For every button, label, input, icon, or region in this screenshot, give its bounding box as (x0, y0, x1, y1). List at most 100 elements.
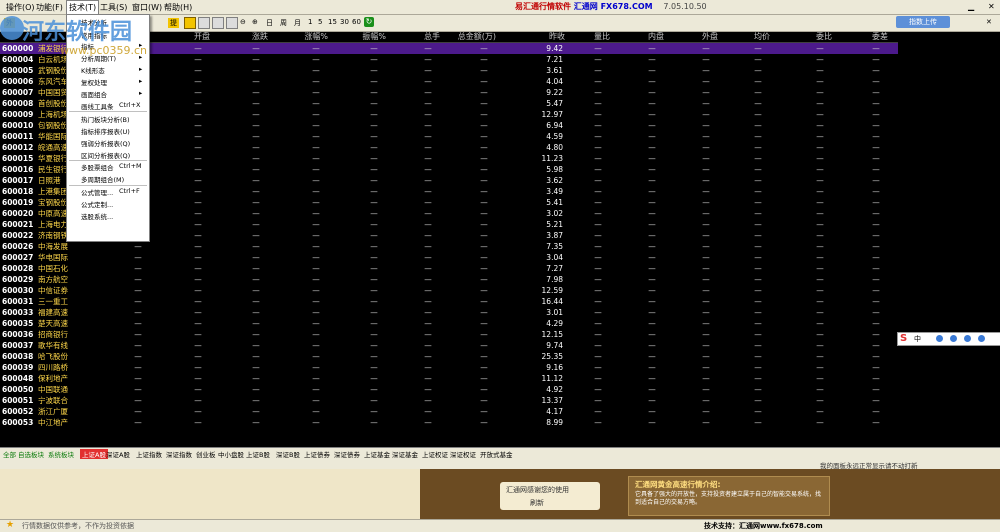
technical-menu-item[interactable]: 热门板块分析(B) (81, 114, 130, 124)
technical-menu-item[interactable]: 画面组合 ▸ (81, 89, 142, 99)
menu-operate[interactable]: 操作(O) (6, 2, 35, 13)
technical-menu-item[interactable]: 指标排序报表(U) (81, 126, 130, 136)
empty-cell: — (816, 110, 824, 119)
table-row[interactable]: 600033 福建高速 — — — — — — — — — — — — — 3.01 (0, 307, 898, 318)
empty-cell: — (816, 253, 824, 262)
technical-menu-item[interactable]: 公式定制... (81, 199, 113, 209)
column-header[interactable]: 委比 (792, 32, 832, 42)
empty-cell: — (424, 319, 432, 328)
zoom-out-icon[interactable]: ⊖ (240, 18, 246, 26)
board-tab[interactable]: 上证A股 (80, 449, 108, 459)
menu-function[interactable]: 功能(F) (36, 2, 63, 13)
minimize-icon[interactable]: ▁ (968, 2, 974, 11)
table-row[interactable]: 600048 保利地产 — — — — — — — — — — — — — 11.12 (0, 373, 898, 384)
ime-tool-icon[interactable] (936, 335, 943, 342)
cloud-upload-button[interactable]: 指数上传 (896, 16, 950, 28)
technical-menu-item[interactable]: 强弱分析报表(Q) (81, 138, 130, 148)
board-tab[interactable]: 开放式基金 (480, 449, 513, 459)
board-tab[interactable]: 中小盘股 (218, 449, 244, 459)
period-week[interactable]: 周 (280, 18, 287, 28)
column-header[interactable]: 振幅% (346, 32, 386, 42)
menu-tools[interactable]: 工具(S) (100, 2, 127, 13)
table-row[interactable]: 600027 华电国际 — — — — — — — — — — — — — 3.04 (0, 252, 898, 263)
empty-cell: — (754, 242, 762, 251)
board-tab[interactable]: 深证债券 (334, 449, 360, 459)
technical-menu-item[interactable]: 画线工具条 Ctrl+X (81, 101, 140, 111)
technical-menu-item[interactable]: K线形态 ▸ (81, 65, 142, 75)
column-header[interactable]: 委差 (848, 32, 888, 42)
table-row[interactable]: 600039 四川路桥 — — — — — — — — — — — — — 9.16 (0, 362, 898, 373)
technical-menu-item[interactable]: 多股票组合 Ctrl+M (81, 162, 142, 172)
column-header[interactable]: 涨幅% (288, 32, 328, 42)
ad-info-box[interactable]: 汇通网黄金高速行情介绍: 它具备了强大的开放性，支持投资者建立属于自己的智能交易… (628, 476, 830, 516)
refresh-icon[interactable]: ↻ (364, 17, 374, 27)
period-15min[interactable]: 15 (328, 18, 337, 26)
table-row[interactable]: 600038 哈飞股份 — — — — — — — — — — — — — 25.35 (0, 351, 898, 362)
period-1min[interactable]: 1 (308, 18, 312, 26)
input-method-bar[interactable]: S 中 (897, 332, 1000, 346)
board-tab[interactable]: 深证基金 (392, 449, 418, 459)
technical-menu-item[interactable]: 选股系统... (81, 211, 113, 221)
empty-cell: — (702, 99, 710, 108)
technical-menu-item[interactable]: 公式管理... Ctrl+F (81, 187, 140, 197)
empty-cell: — (754, 385, 762, 394)
table-row[interactable]: 600052 浙江广厦 — — — — — — — — — — — — — 4.17 (0, 406, 898, 417)
table-row[interactable]: 600035 楚天高速 — — — — — — — — — — — — — 4.29 (0, 318, 898, 329)
ad-refresh-button[interactable]: 刷新 (530, 498, 544, 508)
board-tab[interactable]: 深证权证 (450, 449, 476, 459)
board-tab[interactable]: 深证B股 (276, 449, 300, 459)
ime-voice-icon[interactable] (950, 335, 957, 342)
period-30min[interactable]: 30 (340, 18, 349, 26)
table-row[interactable]: 600036 招商银行 — — — — — — — — — — — — — 12.15 (0, 329, 898, 340)
column-header[interactable]: 总金额(万) (456, 32, 496, 42)
board-tab[interactable]: 创业板 (196, 449, 216, 459)
empty-cell: — (480, 275, 488, 284)
technical-menu-item[interactable]: 区间分析报表(Q) (81, 150, 130, 160)
menu-help[interactable]: 帮助(H) (164, 2, 192, 13)
zoom-in-icon[interactable]: ⊕ (252, 18, 258, 26)
board-tab[interactable]: 全部 (3, 449, 16, 459)
column-header[interactable]: 总手 (400, 32, 440, 42)
table-row[interactable]: 600028 中国石化 — — — — — — — — — — — — — 7.27 (0, 263, 898, 274)
board-tab[interactable]: 上证基金 (364, 449, 390, 459)
board-tab[interactable]: 上证权证 (422, 449, 448, 459)
column-header[interactable]: 外盘 (678, 32, 718, 42)
pencil-icon[interactable] (212, 17, 224, 29)
ime-skin-icon[interactable] (978, 335, 985, 342)
period-month[interactable]: 月 (294, 18, 301, 28)
column-header[interactable]: 昨收 (525, 32, 565, 42)
technical-menu-item[interactable]: 复权处理 ▸ (81, 77, 142, 87)
chart-icon[interactable] (226, 17, 238, 29)
table-row[interactable]: 600026 中海发展 — — — — — — — — — — — — — 7.35 (0, 241, 898, 252)
board-tab[interactable]: 上证B股 (246, 449, 270, 459)
stock-code: 600039 (2, 363, 34, 372)
period-day[interactable]: 日 (266, 18, 273, 28)
period-5min[interactable]: 5 (318, 18, 322, 26)
table-row[interactable]: 600051 宁波联合 — — — — — — — — — — — — — 13.37 (0, 395, 898, 406)
close-icon[interactable]: ✕ (988, 2, 995, 11)
column-header[interactable]: 内盘 (624, 32, 664, 42)
column-header[interactable]: 量比 (570, 32, 610, 42)
technical-menu-item[interactable]: 多周期组合(M) (81, 174, 124, 184)
table-row[interactable]: 600031 三一重工 — — — — — — — — — — — — — 16.44 (0, 296, 898, 307)
board-tab[interactable]: 深证指数 (166, 449, 192, 459)
empty-cell: — (424, 253, 432, 262)
board-tab[interactable]: 深证A股 (106, 449, 130, 459)
board-tab[interactable]: 自选板块 (18, 449, 44, 459)
column-header[interactable]: 均价 (730, 32, 770, 42)
period-60min[interactable]: 60 (352, 18, 361, 26)
menu-technical[interactable]: 技术(T) (66, 0, 100, 15)
close-icon[interactable]: ✕ (986, 18, 992, 26)
empty-cell: — (194, 286, 202, 295)
board-tab[interactable]: 上证指数 (136, 449, 162, 459)
ime-keyboard-icon[interactable] (964, 335, 971, 342)
board-tab[interactable]: 上证债券 (304, 449, 330, 459)
column-header[interactable]: 涨跌 (228, 32, 268, 42)
table-row[interactable]: 600050 中国联通 — — — — — — — — — — — — — 4.92 (0, 384, 898, 395)
table-row[interactable]: 600029 南方航空 — — — — — — — — — — — — — 7.98 (0, 274, 898, 285)
table-row[interactable]: 600030 中信证券 — — — — — — — — — — — — — 12.59 (0, 285, 898, 296)
table-row[interactable]: 600037 歌华有线 — — — — — — — — — — — — — 9.74 (0, 340, 898, 351)
table-row[interactable]: 600053 中江地产 — — — — — — — — — — — — — 8.99 (0, 417, 898, 428)
board-tab[interactable]: 系统板块 (48, 449, 74, 459)
menu-window[interactable]: 窗口(W) (132, 2, 162, 13)
